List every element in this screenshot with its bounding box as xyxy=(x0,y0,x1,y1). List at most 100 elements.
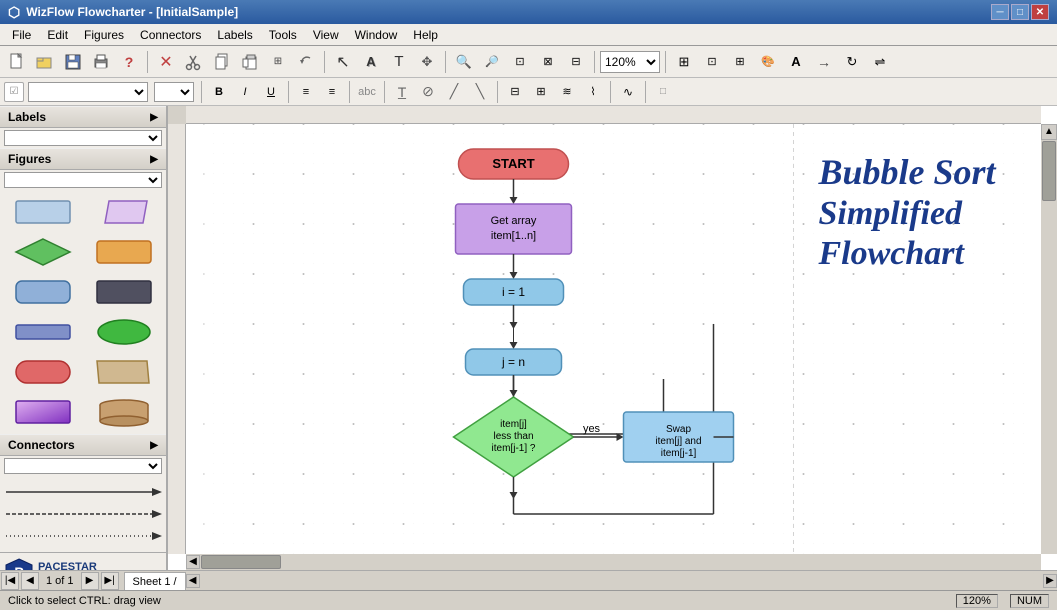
italic-button[interactable]: I xyxy=(233,81,257,103)
maximize-button[interactable]: □ xyxy=(1011,4,1029,20)
select-tool[interactable]: ↖ xyxy=(330,49,356,75)
shape-dark-rect[interactable] xyxy=(85,274,162,310)
shape-ellipse[interactable] xyxy=(85,314,162,350)
labels-section-header[interactable]: Labels ▶ xyxy=(0,106,166,128)
connector-type-3[interactable] xyxy=(4,526,162,546)
menu-file[interactable]: File xyxy=(4,26,39,44)
close-button[interactable]: ✕ xyxy=(1031,4,1049,20)
svg-text:item[j-1] ?: item[j-1] ? xyxy=(492,443,536,454)
connector-style2[interactable]: ⊞ xyxy=(529,81,553,103)
format-toggle[interactable]: ☑ xyxy=(4,82,24,102)
labels-dropdown[interactable] xyxy=(4,130,162,146)
zoom-in-button[interactable]: 🔍 xyxy=(451,49,477,75)
print-button[interactable] xyxy=(88,49,114,75)
canvas-area[interactable]: /* ruler ticks generated below */ ▲ ◀ xyxy=(168,106,1057,570)
shape-diamond[interactable] xyxy=(4,234,81,270)
menu-edit[interactable]: Edit xyxy=(39,26,76,44)
line-style3[interactable]: ╱ xyxy=(442,81,466,103)
undo-button[interactable] xyxy=(293,49,319,75)
scrollbar-horizontal[interactable]: ◀ xyxy=(186,554,1041,570)
menu-tools[interactable]: Tools xyxy=(261,26,305,44)
line-style1[interactable]: T̲ xyxy=(390,81,414,103)
new-button[interactable] xyxy=(4,49,30,75)
special-paste-button[interactable]: ⊞ xyxy=(265,49,291,75)
sheet-tab-1[interactable]: Sheet 1 / xyxy=(124,572,186,590)
text-tool-a[interactable]: A xyxy=(358,49,384,75)
scrollbar-vertical[interactable]: ▲ xyxy=(1041,124,1057,554)
shape-parallelogram[interactable] xyxy=(85,194,162,230)
zoom-fit-button[interactable]: ⊠ xyxy=(535,49,561,75)
scrollbar-h-bottom[interactable]: ◀ ▶ xyxy=(186,572,1057,590)
underline-button[interactable]: U xyxy=(259,81,283,103)
shape-gradient-rect[interactable] xyxy=(4,394,81,430)
copy-button[interactable] xyxy=(209,49,235,75)
menu-window[interactable]: Window xyxy=(347,26,406,44)
zoom-out-button[interactable]: 🔎 xyxy=(479,49,505,75)
menu-help[interactable]: Help xyxy=(405,26,446,44)
line-style2[interactable]: ⊘ xyxy=(416,81,440,103)
zoom-select[interactable]: 50% 75% 100% 120% 150% 200% xyxy=(600,51,660,73)
figures-section-header[interactable]: Figures ▶ xyxy=(0,148,166,170)
menu-view[interactable]: View xyxy=(305,26,347,44)
shape-cylinder[interactable] xyxy=(85,394,162,430)
connector-style3[interactable]: ≋ xyxy=(555,81,579,103)
align-button[interactable]: ⊡ xyxy=(699,49,725,75)
open-button[interactable] xyxy=(32,49,58,75)
menu-connectors[interactable]: Connectors xyxy=(132,26,209,44)
connector-style1[interactable]: ⊟ xyxy=(503,81,527,103)
figures-arrow[interactable]: ▶ xyxy=(150,154,158,165)
minimize-button[interactable]: ─ xyxy=(991,4,1009,20)
paste-button[interactable] xyxy=(237,49,263,75)
toolbar-sep5 xyxy=(665,51,666,73)
prev-page-button[interactable]: ◀ xyxy=(21,572,39,590)
font-size-select[interactable] xyxy=(154,82,194,102)
figures-dropdown[interactable] xyxy=(4,172,162,188)
scrollbar-h-thumb[interactable] xyxy=(201,555,281,569)
drag-tool[interactable]: ✥ xyxy=(414,49,440,75)
help-button[interactable]: ? xyxy=(116,49,142,75)
connector-type-1[interactable] xyxy=(4,482,162,502)
last-page-button[interactable]: ▶| xyxy=(101,572,119,590)
delete-button[interactable]: ✕ xyxy=(153,49,179,75)
connectors-arrow[interactable]: ▶ xyxy=(150,440,158,451)
line-style4[interactable]: ╲ xyxy=(468,81,492,103)
shape-rectangle[interactable] xyxy=(4,194,81,230)
layout-button[interactable]: ⇌ xyxy=(867,49,893,75)
menu-labels[interactable]: Labels xyxy=(209,26,260,44)
zoom-fit2-button[interactable]: ⊟ xyxy=(563,49,589,75)
shadow-button[interactable]: □ xyxy=(651,81,675,103)
connector-type-2[interactable] xyxy=(4,504,162,524)
shape-rounded-rect[interactable] xyxy=(4,274,81,310)
first-page-button[interactable]: |◀ xyxy=(1,572,19,590)
labels-arrow[interactable]: ▶ xyxy=(150,112,158,123)
font-name-select[interactable] xyxy=(28,82,148,102)
connectors-dropdown[interactable] xyxy=(4,458,162,474)
logo-company: PACESTAR xyxy=(38,561,97,570)
align-left-button[interactable]: ≡ xyxy=(294,81,318,103)
menu-figures[interactable]: Figures xyxy=(76,26,132,44)
color-button[interactable]: 🎨 xyxy=(755,49,781,75)
text-tool-t[interactable]: T xyxy=(386,49,412,75)
zoom-reset-button[interactable]: ⊡ xyxy=(507,49,533,75)
route-button[interactable]: ↻ xyxy=(839,49,865,75)
cut-button[interactable] xyxy=(181,49,207,75)
align-center-button[interactable]: ≡ xyxy=(320,81,344,103)
wave-style[interactable]: ∿ xyxy=(616,81,640,103)
save-button[interactable] xyxy=(60,49,86,75)
connector-style4[interactable]: ⌇ xyxy=(581,81,605,103)
connectors-section-header[interactable]: Connectors ▶ xyxy=(0,434,166,456)
next-page-button[interactable]: ▶ xyxy=(81,572,99,590)
scrollbar-v-thumb[interactable] xyxy=(1042,141,1056,201)
shape-terminal[interactable] xyxy=(4,354,81,390)
canvas[interactable]: Bubble Sort Simplified Flowchart START G… xyxy=(186,124,1041,554)
label-format-button[interactable]: A xyxy=(783,49,809,75)
arrange-button[interactable]: ⊞ xyxy=(727,49,753,75)
shape-flat-rect[interactable] xyxy=(4,314,81,350)
shape-skewed-rect[interactable] xyxy=(85,354,162,390)
bold-button[interactable]: B xyxy=(207,81,231,103)
svg-text:item[j]: item[j] xyxy=(500,419,527,430)
connector-dir-button[interactable]: → xyxy=(811,49,837,75)
grid-button[interactable]: ⊞ xyxy=(671,49,697,75)
menubar: File Edit Figures Connectors Labels Tool… xyxy=(0,24,1057,46)
shape-orange-rect[interactable] xyxy=(85,234,162,270)
